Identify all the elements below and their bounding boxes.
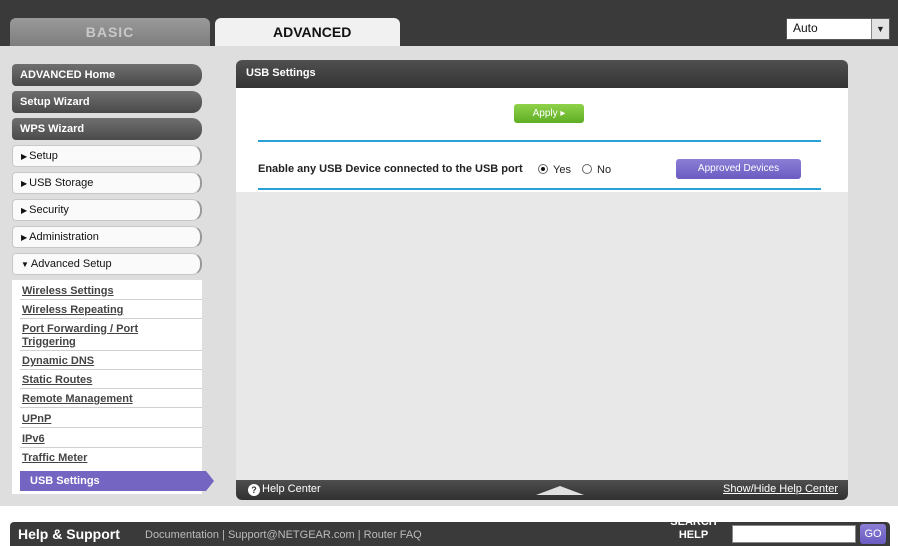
expand-arrow-icon: ▶ <box>21 233 28 242</box>
content-panel: USB Settings Apply ▸ Enable any USB Devi… <box>236 60 848 500</box>
sidebar-link-wireless-repeating[interactable]: Wireless Repeating <box>22 304 123 316</box>
page-title: USB Settings <box>246 67 316 79</box>
sidebar-link-static-routes[interactable]: Static Routes <box>22 374 92 386</box>
radio-no[interactable] <box>582 164 592 174</box>
active-pointer-icon <box>206 471 214 491</box>
approved-devices-button[interactable]: Approved Devices <box>676 159 801 179</box>
expand-up-icon[interactable] <box>536 486 584 495</box>
sidebar-section-label: Advanced Setup <box>30 258 112 270</box>
sidebar-link-port-forwarding[interactable]: Port Forwarding / Port <box>22 323 138 335</box>
sidebar-item-advanced-home[interactable]: ADVANCED Home <box>12 64 202 86</box>
search-input[interactable] <box>732 525 856 543</box>
footer-links[interactable]: Documentation | Support@NETGEAR.com | Ro… <box>145 529 422 541</box>
sidebar-link-usb-settings-active[interactable]: USB Settings <box>20 471 206 491</box>
divider <box>20 427 202 428</box>
sidebar-item-wps-wizard[interactable]: WPS Wizard <box>12 118 202 140</box>
apply-button[interactable]: Apply ▸ <box>514 104 584 123</box>
sidebar-section-setup[interactable]: ▶ Setup <box>12 145 202 167</box>
sidebar-link-ipv6[interactable]: IPv6 <box>22 433 45 445</box>
help-center-label[interactable]: Help Center <box>262 483 321 495</box>
expand-arrow-icon: ▶ <box>21 152 28 161</box>
divider <box>20 447 202 448</box>
radio-yes[interactable] <box>538 164 548 174</box>
divider <box>20 299 202 300</box>
sidebar-link-upnp[interactable]: UPnP <box>22 413 51 425</box>
sidebar-section-label: Security <box>29 204 69 216</box>
panel-header: USB Settings <box>236 60 848 88</box>
sidebar-link-remote-management[interactable]: Remote Management <box>22 393 133 405</box>
search-help-label: SEARCH HELP <box>670 516 717 541</box>
language-select-value: Auto <box>793 21 818 35</box>
language-select[interactable]: Auto ▼ <box>786 18 890 40</box>
show-hide-help-center-link[interactable]: Show/Hide Help Center <box>723 483 838 495</box>
sidebar-section-advanced-setup[interactable]: ▼ Advanced Setup <box>12 253 202 275</box>
sidebar-section-security[interactable]: ▶ Security <box>12 199 202 221</box>
collapse-arrow-icon: ▼ <box>21 260 29 269</box>
divider <box>258 140 821 142</box>
sidebar-link-port-triggering[interactable]: Triggering <box>22 336 76 348</box>
sidebar-section-label: Setup <box>29 150 58 162</box>
sidebar-section-label: USB Storage <box>29 177 94 189</box>
chevron-down-icon[interactable]: ▼ <box>871 19 889 39</box>
sidebar-section-usb-storage[interactable]: ▶ USB Storage <box>12 172 202 194</box>
help-center-bar: ? Help Center Show/Hide Help Center <box>236 480 848 500</box>
go-button[interactable]: GO <box>860 524 886 544</box>
sidebar-link-wireless-settings[interactable]: Wireless Settings <box>22 285 114 297</box>
tab-advanced[interactable]: ADVANCED <box>215 18 400 46</box>
expand-arrow-icon: ▶ <box>21 206 28 215</box>
divider <box>20 388 202 389</box>
footer-bar: Help & Support Documentation | Support@N… <box>10 516 890 546</box>
help-icon[interactable]: ? <box>248 484 260 496</box>
divider <box>258 188 821 190</box>
sidebar-link-dynamic-dns[interactable]: Dynamic DNS <box>22 355 94 367</box>
divider <box>20 369 202 370</box>
sidebar-section-label: Administration <box>29 231 99 243</box>
help-support-title: Help & Support <box>18 526 120 542</box>
radio-yes-label: Yes <box>553 164 571 176</box>
divider <box>20 318 202 319</box>
footer: Help & Support Documentation | Support@N… <box>0 506 898 546</box>
enable-usb-label: Enable any USB Device connected to the U… <box>258 163 523 175</box>
expand-arrow-icon: ▶ <box>21 179 28 188</box>
sidebar-link-traffic-meter[interactable]: Traffic Meter <box>22 452 87 464</box>
content-empty-area <box>236 192 848 480</box>
divider <box>20 407 202 408</box>
divider <box>20 350 202 351</box>
tab-basic[interactable]: BASIC <box>10 18 210 46</box>
sidebar-section-administration[interactable]: ▶ Administration <box>12 226 202 248</box>
radio-no-label: No <box>597 164 612 176</box>
sidebar-item-setup-wizard[interactable]: Setup Wizard <box>12 91 202 113</box>
